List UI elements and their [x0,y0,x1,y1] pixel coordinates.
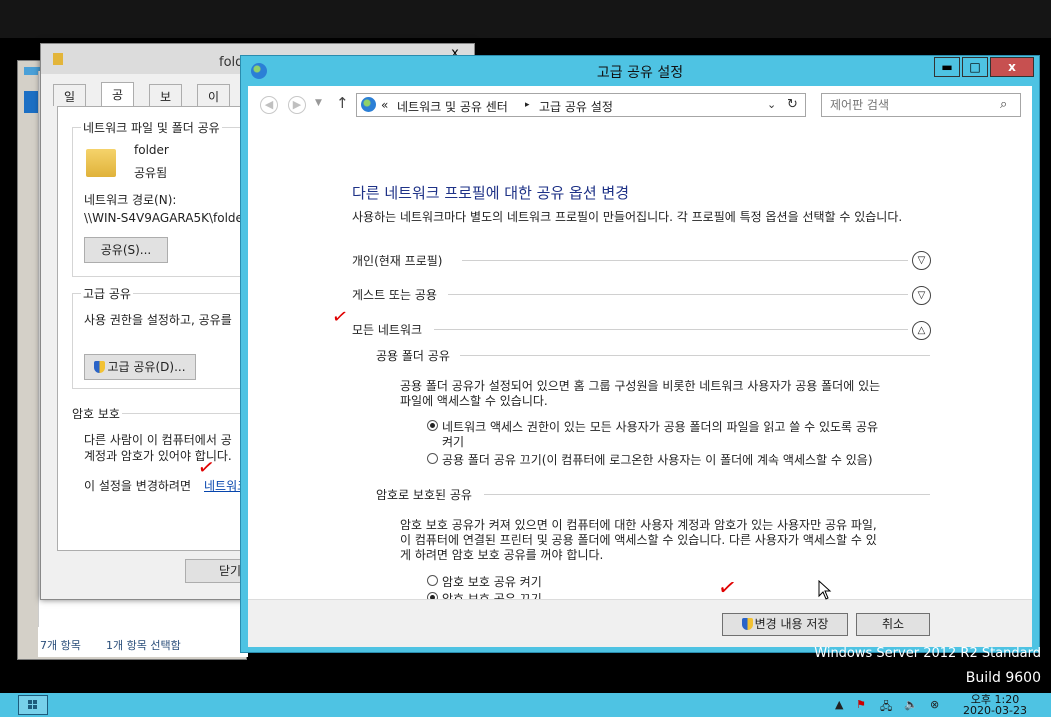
os-build-watermark: Build 9600 [965,670,1041,686]
breadcrumb-separator-icon: ▸ [525,100,530,110]
profile-all-networks-rule [434,329,908,330]
tab-general[interactable]: 일반 [53,84,87,121]
save-changes-button[interactable]: 변경 내용 저장 [722,613,848,636]
advanced-share-desc: 사용 권한을 설정하고, 공유를 [84,313,232,327]
windows-logo-icon [28,700,37,709]
advanced-sharing-window: 고급 공유 설정 ▬ □ x ◀ ▶ ▼ ↑ « 네트워크 및 공유 센터 ▸ … [240,55,1040,653]
advanced-share-button-label: 고급 공유(D)... [107,360,186,374]
public-folder-on-label-2[interactable]: 켜기 [442,433,464,450]
maximize-button[interactable]: □ [962,57,988,77]
network-path-label: 네트워크 경로(N): [84,193,177,207]
save-changes-label: 변경 내용 저장 [754,617,829,631]
profile-guest-label[interactable]: 게스트 또는 공용 [352,286,437,303]
uac-shield-icon [94,361,106,373]
mouse-cursor-icon [818,580,832,600]
public-folder-sharing-rule [460,355,930,356]
password-sharing-on-radio[interactable] [427,575,438,586]
tray-volume-icon[interactable]: 🔈 [904,698,918,711]
address-overflow[interactable]: « [381,98,388,112]
item-count: 7개 항목 [40,639,81,652]
public-folder-sharing-title: 공용 폴더 공유 [376,349,450,363]
profile-private-rule [462,260,908,261]
tray-flag-icon[interactable]: ⚑ [856,698,866,711]
tab-previous-versions[interactable]: 이전 버전 [197,84,231,155]
network-path-value: \\WIN-S4V9AGARA5K\folder [84,211,248,225]
folder-icon [86,149,116,177]
share-button[interactable]: 공유(S)... [84,237,168,263]
start-button[interactable] [18,695,48,715]
folder-icon [53,53,63,65]
taskbar: ▲ ⚑ 🖧 🔈 ⊗ 오후 1:20 2020-03-23 [0,693,1051,717]
cancel-button[interactable]: 취소 [856,613,930,636]
refresh-icon[interactable]: ↻ [787,97,798,112]
clock-date: 2020-03-23 [963,704,1027,717]
change-setting-text: 이 설정을 변경하려면 [84,479,191,493]
tray-network-icon[interactable]: 🖧 [880,698,892,717]
password-protection-label: 암호 보호 [70,405,122,422]
forward-arrow-icon[interactable]: ▶ [288,96,306,114]
top-strip [0,0,1051,38]
password-sharing-desc-3: 게 하려면 암호 보호 공유를 꺼야 합니다. [400,548,604,562]
advanced-share-label: 고급 공유 [81,285,133,302]
navigation-bar: ◀ ▶ ▼ ↑ « 네트워크 및 공유 센터 ▸ 고급 공유 설정 ⌄ ↻ ⌕ [248,86,1032,122]
control-panel-network-icon [361,97,376,112]
folder-status: 공유됨 [134,166,168,180]
public-folder-off-radio[interactable] [427,453,438,464]
password-sharing-title: 암호로 보호된 공유 [376,488,472,502]
advanced-share-button[interactable]: 고급 공유(D)... [84,354,196,380]
password-sharing-on-label[interactable]: 암호 보호 공유 켜기 [442,573,542,590]
password-sharing-rule [484,494,930,495]
settings-content: 다른 네트워크 프로필에 대한 공유 옵션 변경 사용하는 네트워크마다 별도의… [248,122,1032,606]
chevron-down-icon[interactable]: ▽ [912,251,931,270]
minimize-button[interactable]: ▬ [934,57,960,77]
history-dropdown-icon[interactable]: ▼ [315,98,322,108]
taskbar-clock[interactable]: 오후 1:20 2020-03-23 [960,694,1030,716]
selected-count: 1개 항목 선택함 [106,639,181,652]
tray-status-icon[interactable]: ⊗ [930,698,939,711]
main-title-bar: 고급 공유 설정 ▬ □ x [241,56,1039,86]
main-client-area: ◀ ▶ ▼ ↑ « 네트워크 및 공유 센터 ▸ 고급 공유 설정 ⌄ ↻ ⌕ … [248,86,1032,647]
public-folder-on-radio[interactable] [427,420,438,431]
public-folder-off-label[interactable]: 공용 폴더 공유 끄기(이 컴퓨터에 로그온한 사용자는 이 폴더에 계속 액세… [442,451,873,468]
back-arrow-icon[interactable]: ◀ [260,96,278,114]
red-check-annotation: ✓ [330,304,350,330]
chevron-down-icon[interactable]: ▽ [912,286,931,305]
up-arrow-icon[interactable]: ↑ [336,94,349,112]
uac-shield-icon [741,618,753,630]
profile-all-networks-label[interactable]: 모든 네트워크 [352,321,422,338]
close-button[interactable]: x [990,57,1034,77]
explorer-status-bar: 7개 항목 1개 항목 선택함 [38,627,248,657]
breadcrumb-network-center[interactable]: 네트워크 및 공유 센터 [397,98,508,115]
tab-sharing[interactable]: 공유 [101,82,135,119]
search-icon[interactable]: ⌕ [1000,97,1007,112]
address-bar[interactable]: « 네트워크 및 공유 센터 ▸ 고급 공유 설정 ⌄ ↻ [356,93,806,117]
dialog-footer: 변경 내용 저장 취소 [248,599,1032,647]
profile-private-label[interactable]: 개인(현재 프로필) [352,252,442,269]
os-edition-watermark: Windows Server 2012 R2 Standard [814,646,1041,661]
profile-guest-rule [448,294,908,295]
public-folder-desc-2: 파일에 액세스할 수 있습니다. [400,394,548,408]
search-input[interactable] [822,94,992,116]
address-dropdown-icon[interactable]: ⌄ [767,98,776,111]
tray-expand-icon[interactable]: ▲ [835,698,843,711]
folder-name: folder [134,143,169,157]
network-share-label: 네트워크 파일 및 폴더 공유 [81,119,222,136]
breadcrumb-advanced-sharing[interactable]: 고급 공유 설정 [539,98,613,115]
main-window-title: 고급 공유 설정 [596,65,684,81]
public-folder-on-label-1[interactable]: 네트워크 액세스 권한이 있는 모든 사용자가 공용 폴더의 파일을 읽고 쓸 … [442,418,878,435]
page-heading: 다른 네트워크 프로필에 대한 공유 옵션 변경 [352,184,630,202]
chevron-up-icon[interactable]: △ [912,321,931,340]
tab-security[interactable]: 보안 [149,84,183,121]
page-subheading: 사용하는 네트워크마다 별도의 네트워크 프로필이 만들어집니다. 각 프로필에… [352,210,903,224]
search-box[interactable]: ⌕ [821,93,1021,117]
password-desc-1: 다른 사람이 이 컴퓨터에서 공 [84,433,232,447]
